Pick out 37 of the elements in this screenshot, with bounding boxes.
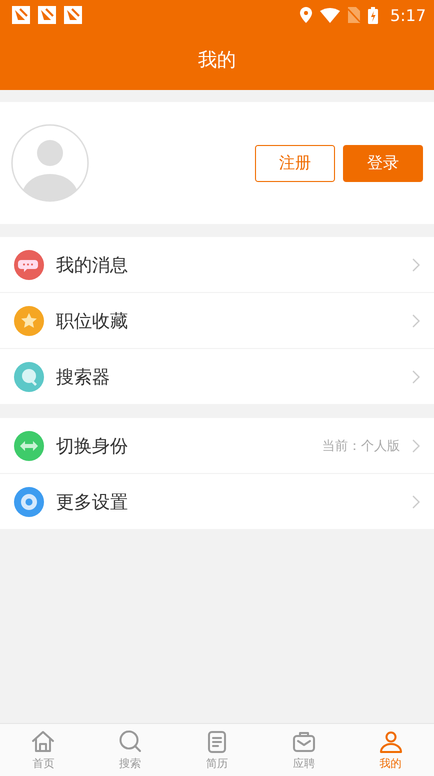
location-icon — [300, 7, 312, 23]
menu-item[interactable]: 更多设置 — [0, 474, 434, 530]
home-icon — [30, 729, 56, 755]
tab-item[interactable]: 首页 — [0, 724, 87, 776]
status-time: 5:17 — [390, 6, 426, 24]
wifi-icon — [320, 8, 340, 22]
menu-item[interactable]: 搜索器 — [0, 349, 434, 405]
chevron-icon — [412, 314, 420, 328]
login-button[interactable]: 登录 — [343, 144, 423, 182]
tab-item[interactable]: 搜索 — [86, 724, 174, 776]
chevron-icon — [412, 438, 420, 452]
tab-item[interactable]: 简历 — [174, 724, 260, 776]
menu-item[interactable]: 切换身份 当前：个人版 — [0, 418, 434, 474]
menu-label: 职位收藏 — [56, 310, 129, 332]
menu-detail: 当前：个人版 — [322, 438, 400, 454]
tab-item[interactable]: 应聘 — [260, 724, 348, 776]
person-icon — [378, 729, 404, 755]
battery-icon — [368, 6, 378, 24]
register-button[interactable]: 注册 — [255, 144, 335, 182]
menu-label: 切换身份 — [56, 434, 129, 458]
chevron-icon — [412, 494, 420, 508]
chevron-icon — [412, 258, 420, 272]
menu-label: 我的消息 — [56, 254, 129, 276]
avatar-icon[interactable] — [11, 124, 89, 202]
menu-item[interactable]: 职位收藏 — [0, 293, 434, 349]
no-sim-icon — [348, 7, 360, 23]
page-title: 我的 — [198, 48, 236, 73]
app-notification-icon — [38, 6, 56, 24]
tab-item[interactable]: 我的 — [347, 724, 434, 776]
briefcase-icon — [290, 729, 317, 755]
chevron-icon — [412, 370, 420, 384]
app-notification-icon — [12, 6, 30, 24]
menu-label: 更多设置 — [56, 490, 129, 514]
menu-item[interactable]: 我的消息 — [0, 237, 434, 293]
search-icon — [117, 729, 144, 755]
menu-label: 搜索器 — [56, 366, 111, 388]
app-notification-icon — [64, 6, 82, 24]
